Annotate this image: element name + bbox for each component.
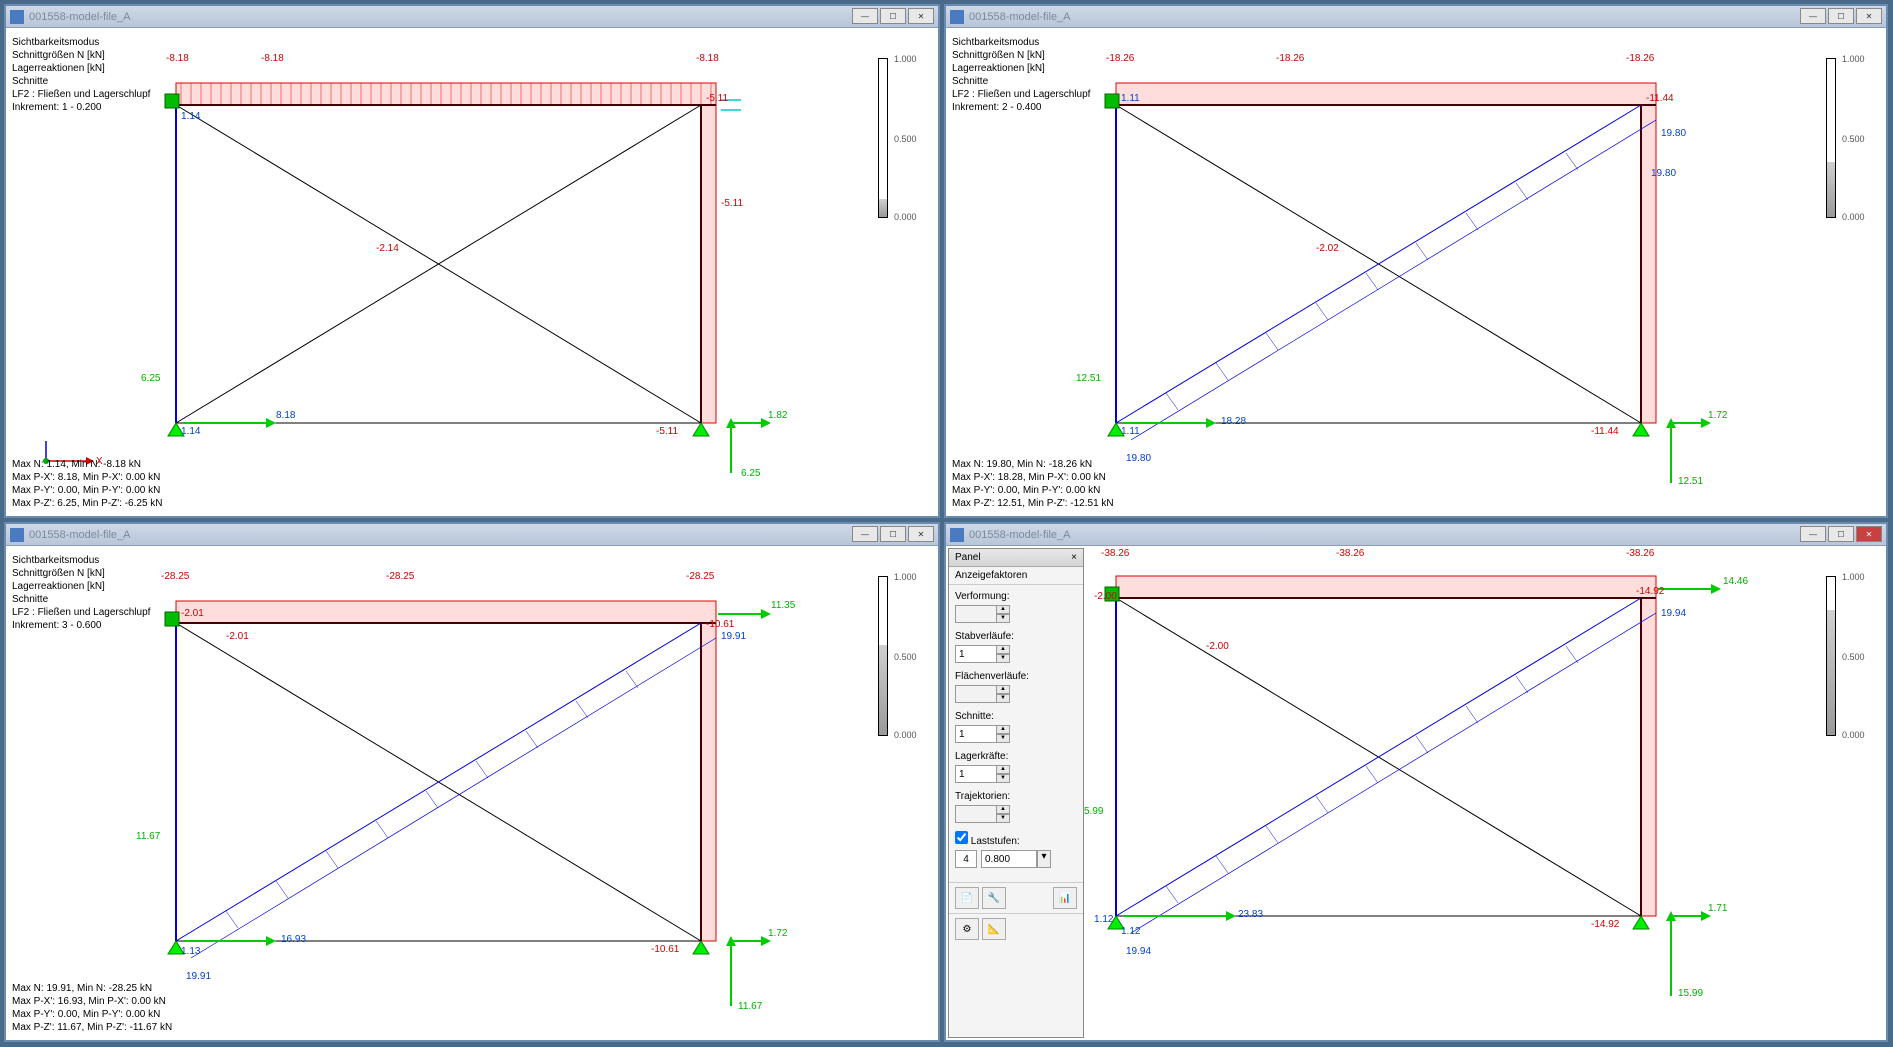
color-scale: 1.000 0.500 0.000 (1822, 58, 1856, 218)
diagram (6, 546, 942, 1044)
display-factors-panel[interactable]: Panel × Anzeigefaktoren Verformung:▲▼ St… (948, 548, 1084, 1038)
spin-down[interactable]: ▼ (996, 654, 1010, 663)
panel-subheader: Anzeigefaktoren (949, 567, 1083, 585)
label-traj: Trajektorien: (955, 791, 1077, 802)
spin-up[interactable]: ▲ (996, 605, 1010, 614)
tool-btn-2[interactable]: 🔧 (982, 887, 1006, 909)
diagram (946, 546, 1890, 1044)
viewport-4: 001558-model-file_A —☐✕ -38.26 -38.26 -3… (944, 522, 1888, 1042)
app-icon (950, 10, 964, 24)
maximize-button[interactable]: ☐ (1828, 526, 1854, 542)
panel-title: Panel (955, 552, 981, 563)
spin-up[interactable]: ▲ (996, 645, 1010, 654)
input-schnitte[interactable] (955, 725, 997, 743)
input-flach[interactable] (955, 685, 997, 703)
panel-header[interactable]: Panel × (949, 549, 1083, 567)
color-scale: 1.000 0.500 0.000 (874, 58, 908, 218)
label-verformung: Verformung: (955, 591, 1077, 602)
label-schnitte: Schnitte: (955, 711, 1077, 722)
viewport-2: 001558-model-file_A —☐✕ Sichtbarkeitsmod… (944, 4, 1888, 518)
diagram (946, 28, 1890, 520)
window-title: 001558-model-file_A (969, 11, 1071, 23)
maximize-button[interactable]: ☐ (880, 8, 906, 24)
close-button[interactable]: ✕ (908, 526, 934, 542)
spin-down[interactable]: ▼ (996, 814, 1010, 823)
titlebar[interactable]: 001558-model-file_A —☐✕ (946, 524, 1886, 546)
viewport-3: 001558-model-file_A —☐✕ Sichtbarkeitsmod… (4, 522, 940, 1042)
color-scale: 1.000 0.500 0.000 (1822, 576, 1856, 736)
spin-down[interactable]: ▼ (996, 694, 1010, 703)
checkbox-laststufen[interactable]: Laststufen: (955, 836, 1020, 847)
tool-btn-4[interactable]: ⚙ (955, 918, 979, 940)
stats: Max N: 19.80, Min N: -18.26 kNMax P-X': … (952, 458, 1114, 510)
input-last-v[interactable] (981, 850, 1037, 868)
panel-close-icon[interactable]: × (1071, 552, 1077, 563)
input-traj[interactable] (955, 805, 997, 823)
spin-up[interactable]: ▲ (996, 805, 1010, 814)
app-icon (10, 528, 24, 542)
close-button[interactable]: ✕ (1856, 526, 1882, 542)
spin-up[interactable]: ▲ (996, 685, 1010, 694)
stats: Max N: 19.91, Min N: -28.25 kNMax P-X': … (12, 982, 172, 1034)
input-stab[interactable] (955, 645, 997, 663)
label-flach: Flächenverläufe: (955, 671, 1077, 682)
label-lager: Lagerkräfte: (955, 751, 1077, 762)
spin-up[interactable]: ▲ (996, 765, 1010, 774)
tool-btn-3[interactable]: 📊 (1053, 887, 1077, 909)
window-title: 001558-model-file_A (29, 11, 131, 23)
stats: Max N: 1.14, Min N: -8.18 kNMax P-X': 8.… (12, 458, 163, 510)
viewport-1: 001558-model-file_A — ☐ ✕ Sichtbarkeitsm… (4, 4, 940, 518)
spin-down[interactable]: ▼ (996, 734, 1010, 743)
input-lager[interactable] (955, 765, 997, 783)
tool-btn-1[interactable]: 📄 (955, 887, 979, 909)
minimize-button[interactable]: — (1800, 8, 1826, 24)
minimize-button[interactable]: — (1800, 526, 1826, 542)
titlebar[interactable]: 001558-model-file_A —☐✕ (6, 524, 938, 546)
close-button[interactable]: ✕ (908, 8, 934, 24)
titlebar[interactable]: 001558-model-file_A —☐✕ (946, 6, 1886, 28)
minimize-button[interactable]: — (852, 8, 878, 24)
spin-up[interactable]: ▲ (996, 725, 1010, 734)
minimize-button[interactable]: — (852, 526, 878, 542)
input-verformung[interactable] (955, 605, 997, 623)
input-last-n[interactable] (955, 850, 977, 868)
window-title: 001558-model-file_A (29, 529, 131, 541)
diagram (6, 28, 942, 520)
titlebar[interactable]: 001558-model-file_A — ☐ ✕ (6, 6, 938, 28)
color-scale: 1.000 0.500 0.000 (874, 576, 908, 736)
maximize-button[interactable]: ☐ (1828, 8, 1854, 24)
maximize-button[interactable]: ☐ (880, 526, 906, 542)
app-icon (10, 10, 24, 24)
window-title: 001558-model-file_A (969, 529, 1071, 541)
close-button[interactable]: ✕ (1856, 8, 1882, 24)
tool-btn-5[interactable]: 📐 (982, 918, 1006, 940)
spin-down[interactable]: ▼ (996, 614, 1010, 623)
spin-down[interactable]: ▼ (996, 774, 1010, 783)
label-stab: Stabverläufe: (955, 631, 1077, 642)
app-icon (950, 528, 964, 542)
dropdown-icon[interactable]: ▾ (1037, 850, 1051, 868)
